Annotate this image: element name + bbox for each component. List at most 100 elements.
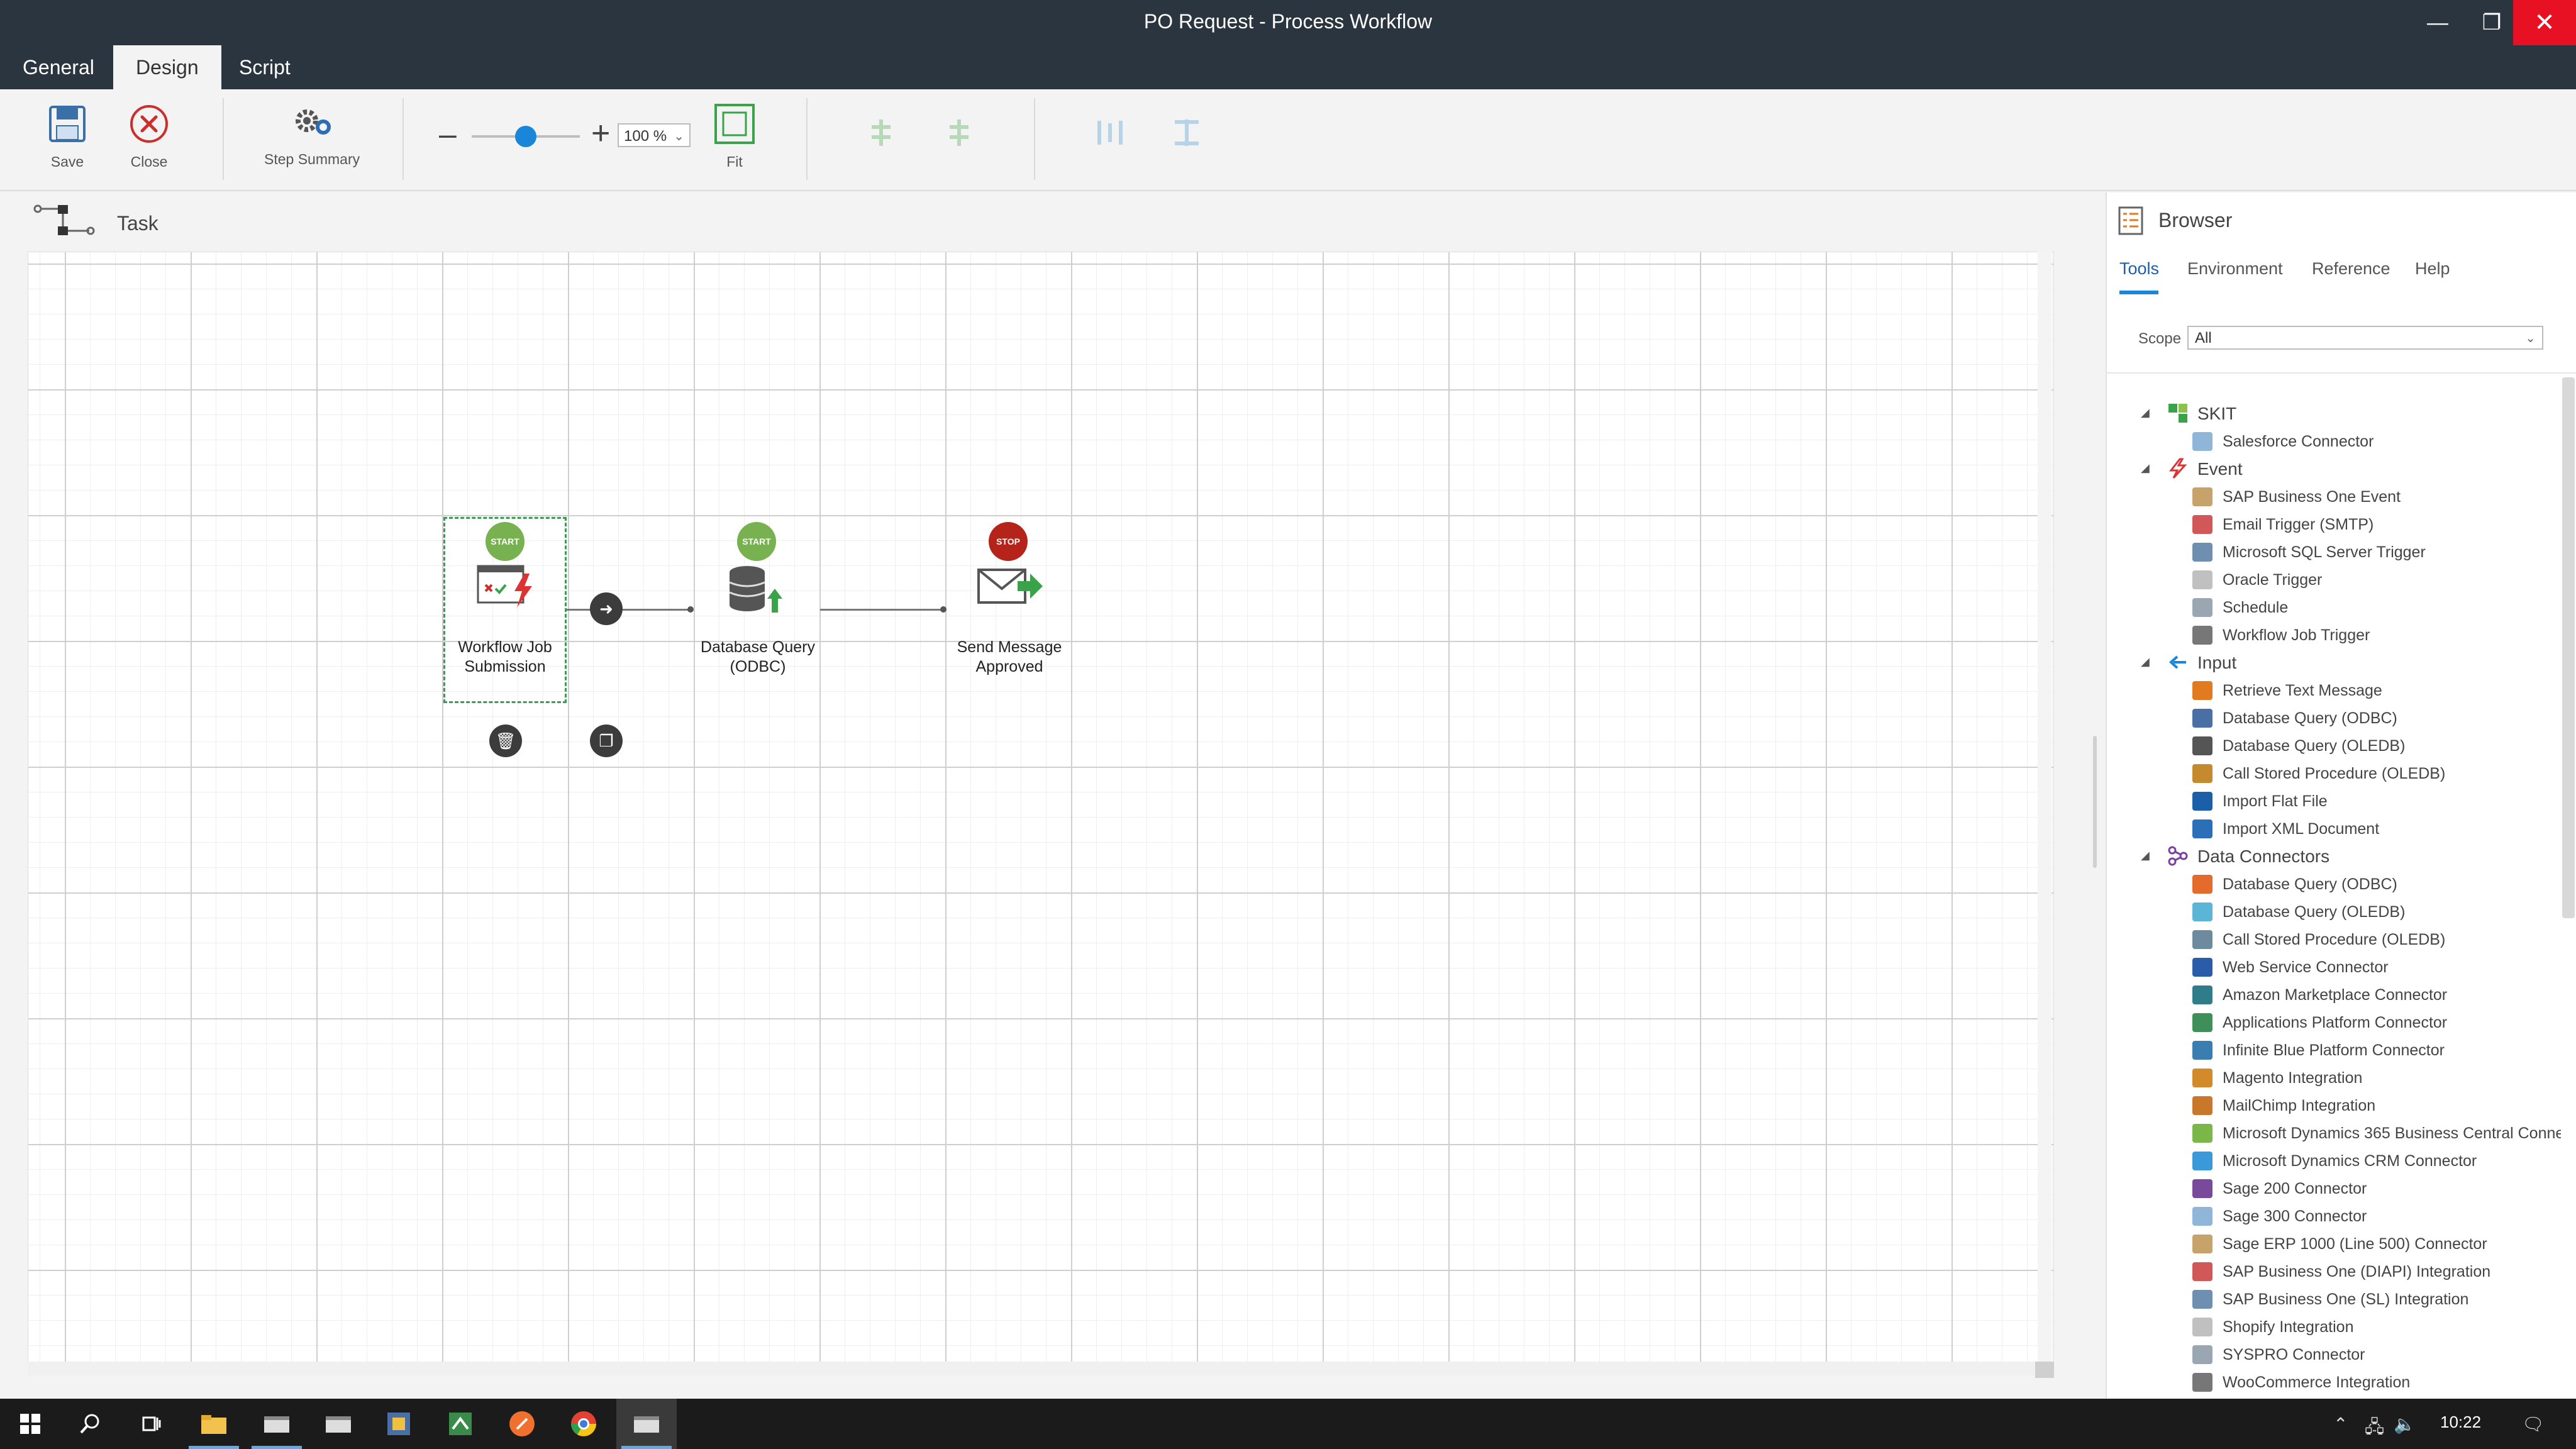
tree-item[interactable]: Retrieve Text Message bbox=[2106, 677, 2561, 704]
tree-item[interactable]: Oracle Trigger bbox=[2106, 566, 2561, 594]
search-icon[interactable] bbox=[60, 1399, 121, 1449]
tab-script[interactable]: Script bbox=[216, 45, 313, 89]
chevron-up-icon[interactable]: ⌃ bbox=[2333, 1414, 2348, 1435]
network-icon[interactable]: 🖧 bbox=[2365, 1414, 2384, 1444]
connector-line[interactable] bbox=[820, 609, 943, 611]
tab-design[interactable]: Design bbox=[113, 45, 221, 89]
distribute-vertical-icon[interactable] bbox=[1171, 117, 1202, 148]
scope-select[interactable]: All ⌄ bbox=[2187, 326, 2543, 350]
tab-tools[interactable]: Tools bbox=[2119, 259, 2159, 279]
collapse-arrow-icon[interactable]: ◢ bbox=[2141, 655, 2150, 669]
tab-help[interactable]: Help bbox=[2415, 259, 2450, 279]
tree-item[interactable]: Call Stored Procedure (OLEDB) bbox=[2106, 760, 2561, 787]
workflow-job-icon[interactable] bbox=[475, 564, 536, 611]
tab-environment[interactable]: Environment bbox=[2187, 259, 2283, 279]
tree-item[interactable]: Database Query (ODBC) bbox=[2106, 704, 2561, 732]
file-explorer-icon[interactable] bbox=[184, 1399, 244, 1449]
tree-item[interactable]: Microsoft Dynamics CRM Connector bbox=[2106, 1147, 2561, 1175]
app-window-icon-2[interactable] bbox=[308, 1399, 369, 1449]
zoom-select[interactable]: 100 % ⌄ bbox=[618, 123, 691, 147]
tree-category[interactable]: ◢ SKIT bbox=[2106, 400, 2561, 428]
canvas-horizontal-scrollbar[interactable] bbox=[28, 1362, 2040, 1375]
taskbar-clock[interactable]: 10:22 bbox=[2440, 1413, 2481, 1432]
step-summary-button[interactable]: Step Summary bbox=[264, 102, 360, 168]
tree-item[interactable]: Workflow Job Trigger bbox=[2106, 621, 2561, 649]
tree-item[interactable]: Sage ERP 1000 (Line 500) Connector bbox=[2106, 1230, 2561, 1258]
node-send-message-approved[interactable]: Send Message Approved bbox=[937, 638, 1082, 677]
tree-item[interactable]: Database Query (OLEDB) bbox=[2106, 898, 2561, 926]
tool-icon bbox=[2192, 736, 2212, 755]
windows-start-icon[interactable] bbox=[0, 1399, 60, 1449]
node-database-query-odbc[interactable]: Database Query (ODBC) bbox=[686, 638, 830, 677]
panel-splitter[interactable] bbox=[2093, 736, 2097, 868]
tree-item[interactable]: Sage 200 Connector bbox=[2106, 1175, 2561, 1202]
tree-item[interactable]: Sage 300 Connector bbox=[2106, 1202, 2561, 1230]
collapse-arrow-icon[interactable]: ◢ bbox=[2141, 462, 2150, 475]
tree-item[interactable]: SYSPRO Connector bbox=[2106, 1341, 2561, 1368]
tree-item[interactable]: Database Query (ODBC) bbox=[2106, 870, 2561, 898]
tree-category[interactable]: ◢ Event bbox=[2106, 455, 2561, 483]
tree-item[interactable]: Database Query (OLEDB) bbox=[2106, 732, 2561, 760]
tab-general[interactable]: General bbox=[0, 45, 117, 89]
zoom-slider-thumb[interactable] bbox=[515, 126, 536, 147]
next-step-arrow-icon[interactable]: ➜ bbox=[590, 592, 623, 625]
database-query-icon[interactable] bbox=[723, 564, 786, 616]
tree-item[interactable]: Web Service Connector bbox=[2106, 953, 2561, 981]
node-workflow-job-submission[interactable]: Workflow Job Submission bbox=[440, 638, 570, 677]
tree-item[interactable]: Microsoft Dynamics 365 Business Central … bbox=[2106, 1119, 2561, 1147]
close-button[interactable]: Close bbox=[127, 102, 171, 170]
notifications-icon[interactable]: 🗨 bbox=[2522, 1414, 2545, 1435]
tree-item[interactable]: Import Flat File bbox=[2106, 787, 2561, 815]
distribute-horizontal-icon[interactable] bbox=[1094, 117, 1126, 148]
send-message-icon[interactable] bbox=[976, 566, 1045, 610]
close-window-button[interactable]: ✕ bbox=[2513, 0, 2576, 45]
tree-item[interactable]: Call Stored Procedure (OLEDB) bbox=[2106, 926, 2561, 953]
close-label: Close bbox=[130, 153, 168, 170]
tree-item[interactable]: Email Trigger (SMTP) bbox=[2106, 511, 2561, 538]
task-view-icon[interactable] bbox=[121, 1399, 181, 1449]
ribbon-toolbar: Save Close Step Summary – + Fit bbox=[0, 89, 2576, 191]
tree-item[interactable]: MailChimp Integration bbox=[2106, 1092, 2561, 1119]
tree-category[interactable]: ◢ Input bbox=[2106, 649, 2561, 677]
tree-item-label: Retrieve Text Message bbox=[2223, 682, 2382, 699]
tree-item[interactable]: Amazon Marketplace Connector bbox=[2106, 981, 2561, 1009]
zoom-in-button[interactable]: + bbox=[591, 114, 610, 152]
designer-app-icon[interactable] bbox=[369, 1399, 429, 1449]
compass-app-icon[interactable] bbox=[492, 1399, 552, 1449]
tree-item[interactable]: WooCommerce Integration bbox=[2106, 1368, 2561, 1396]
collapse-arrow-icon[interactable]: ◢ bbox=[2141, 406, 2150, 419]
tab-reference[interactable]: Reference bbox=[2312, 259, 2390, 279]
copy-node-icon[interactable]: ❐ bbox=[590, 724, 623, 757]
tree-item[interactable]: Magento Integration bbox=[2106, 1064, 2561, 1092]
tree-item[interactable]: SAP Business One (DIAPI) Integration bbox=[2106, 1258, 2561, 1285]
tree-item[interactable]: Microsoft SQL Server Trigger bbox=[2106, 538, 2561, 566]
workflow-canvas[interactable] bbox=[28, 252, 2054, 1367]
tree-item[interactable]: Salesforce Connector bbox=[2106, 428, 2561, 455]
tree-item[interactable]: Infinite Blue Platform Connector bbox=[2106, 1036, 2561, 1064]
align-vertical-icon[interactable] bbox=[943, 117, 975, 148]
tree-item-label: Applications Platform Connector bbox=[2223, 1014, 2448, 1031]
tree-item[interactable]: Schedule bbox=[2106, 594, 2561, 621]
tree-item[interactable]: SAP Business One Event bbox=[2106, 483, 2561, 511]
tree-item[interactable]: Import XML Document bbox=[2106, 815, 2561, 843]
collapse-arrow-icon[interactable]: ◢ bbox=[2141, 849, 2150, 862]
fit-button[interactable]: Fit bbox=[709, 102, 760, 170]
tree-item[interactable]: Shopify Integration bbox=[2106, 1313, 2561, 1341]
delete-node-icon[interactable]: 🗑 bbox=[489, 724, 522, 757]
zoom-out-button[interactable]: – bbox=[439, 116, 457, 152]
canvas-vertical-scrollbar[interactable] bbox=[2038, 252, 2051, 1366]
save-button[interactable]: Save bbox=[45, 102, 89, 170]
panel-vertical-scrollbar[interactable] bbox=[2562, 377, 2575, 918]
tree-item[interactable]: Applications Platform Connector bbox=[2106, 1009, 2561, 1036]
tool-icon bbox=[2192, 681, 2212, 700]
connector-line[interactable] bbox=[567, 609, 690, 611]
volume-icon[interactable]: 🔈 bbox=[2394, 1414, 2416, 1435]
chrome-browser-icon[interactable] bbox=[553, 1399, 614, 1449]
tree-category[interactable]: ◢ Data Connectors bbox=[2106, 843, 2561, 870]
align-horizontal-icon[interactable] bbox=[865, 117, 897, 148]
workflow-app-icon[interactable] bbox=[430, 1399, 491, 1449]
app-window-icon[interactable] bbox=[247, 1399, 307, 1449]
tree-item[interactable]: SAP Business One (SL) Integration bbox=[2106, 1285, 2561, 1313]
active-app-icon[interactable] bbox=[616, 1399, 677, 1449]
panel-divider bbox=[2106, 372, 2576, 374]
